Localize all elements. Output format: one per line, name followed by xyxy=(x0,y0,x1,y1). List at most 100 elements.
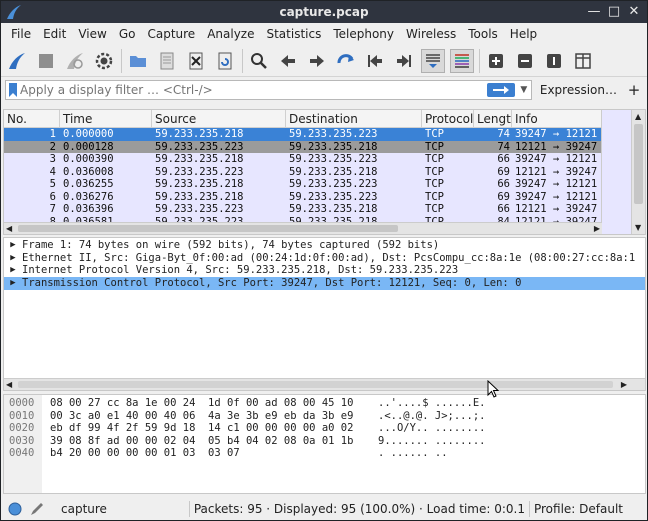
detail-row-tcp[interactable]: ▶ Transmission Control Protocol, Src Port… xyxy=(4,277,645,290)
cell-time: 0.000128 xyxy=(63,140,114,153)
capture-options-button[interactable] xyxy=(92,49,116,73)
title-bar[interactable]: capture.pcap — □ ✕ xyxy=(1,1,647,23)
detail-row-ethernet[interactable]: ▶ Ethernet II, Src: Giga-Byt_0f:00:ad (00… xyxy=(4,252,645,265)
capture-file-name: capture xyxy=(61,502,107,516)
menu-telephony[interactable]: Telephony xyxy=(327,23,400,45)
maximize-icon[interactable]: □ xyxy=(605,3,623,21)
expand-arrow-icon[interactable]: ▶ xyxy=(4,264,22,277)
cell-info: 39247 → 12121 xyxy=(515,128,598,140)
edit-comment-icon[interactable] xyxy=(29,501,45,517)
expand-arrow-icon[interactable]: ▶ xyxy=(4,252,22,265)
filter-history-dropdown[interactable]: ▼ xyxy=(517,85,531,95)
hex-off: 0010 xyxy=(4,409,42,422)
normal-size-button[interactable] xyxy=(542,49,566,73)
packet-list-vscrollbar[interactable]: ▲ ▼ xyxy=(631,110,645,234)
column-header-time[interactable]: Time xyxy=(60,110,152,127)
menu-edit[interactable]: Edit xyxy=(37,23,72,45)
detail-row-ipv4[interactable]: ▶ Internet Protocol Version 4, Src: 59.23… xyxy=(4,264,645,277)
cell-proto: TCP xyxy=(425,153,444,165)
last-packet-button[interactable] xyxy=(392,49,416,73)
auto-scroll-button[interactable] xyxy=(421,48,445,73)
menu-statistics[interactable]: Statistics xyxy=(260,23,327,45)
go-forward-button[interactable] xyxy=(305,49,329,73)
column-header-source[interactable]: Source xyxy=(152,110,286,127)
expand-arrow-icon[interactable]: ▶ xyxy=(4,277,22,290)
zoom-out-button[interactable] xyxy=(513,49,537,73)
hex-row[interactable]: 0010 00 3c a0 e1 40 00 40 06 4a 3e 3b e9 … xyxy=(4,409,645,422)
scroll-thumb[interactable] xyxy=(18,381,613,388)
packet-minimap[interactable] xyxy=(601,110,631,234)
menu-tools[interactable]: Tools xyxy=(462,23,504,45)
minimize-icon[interactable]: — xyxy=(585,3,603,21)
table-row[interactable]: 5 0.036255 59.233.235.218 59.233.235.223 TCP… xyxy=(4,178,645,191)
bookmark-icon[interactable] xyxy=(6,81,20,99)
table-row[interactable]: 4 0.036008 59.233.235.223 59.233.235.218 TCP… xyxy=(4,165,645,178)
table-row[interactable]: 2 0.000128 59.233.235.223 59.233.235.218 TCP… xyxy=(4,140,645,153)
column-header-length[interactable]: Length xyxy=(474,110,512,127)
reload-file-button[interactable] xyxy=(213,49,237,73)
restart-capture-button[interactable] xyxy=(63,49,87,73)
expert-info-icon[interactable] xyxy=(7,501,23,517)
scroll-down-icon[interactable]: ▼ xyxy=(635,223,641,232)
open-file-button[interactable] xyxy=(126,49,150,73)
resize-columns-button[interactable] xyxy=(571,49,595,73)
column-header-no[interactable]: No. xyxy=(4,110,60,127)
display-filter-input[interactable] xyxy=(20,82,487,98)
scroll-thumb[interactable] xyxy=(18,225,398,232)
hex-row[interactable]: 0020 eb df 99 4f 2f 59 9d 18 14 c1 00 00 … xyxy=(4,422,645,435)
cell-len: 74 xyxy=(497,128,510,140)
profile-status[interactable]: Profile: Default xyxy=(534,502,623,516)
menu-capture[interactable]: Capture xyxy=(141,23,201,45)
scroll-right-icon[interactable]: ▶ xyxy=(594,223,600,234)
last-arrow-icon xyxy=(397,54,411,67)
cell-no: 6 xyxy=(49,190,56,203)
wireshark-logo-icon xyxy=(7,5,21,19)
packet-list-hscrollbar[interactable]: ◀ ▶ xyxy=(4,222,602,234)
colorize-button[interactable] xyxy=(450,48,474,73)
hex-row[interactable]: 0040 b4 20 00 00 00 00 01 03 03 07 . .....… xyxy=(4,447,645,460)
go-to-packet-button[interactable] xyxy=(334,49,358,73)
hex-row[interactable]: 0030 39 08 8f ad 00 00 02 04 05 b4 04 02 … xyxy=(4,434,645,447)
scroll-thumb[interactable] xyxy=(634,124,643,204)
cell-src: 59.233.235.218 xyxy=(155,153,244,165)
column-header-protocol[interactable]: Protocol xyxy=(422,110,474,127)
menu-file[interactable]: File xyxy=(5,23,37,45)
detail-row-frame[interactable]: ▶ Frame 1: 74 bytes on wire (592 bits), 7… xyxy=(4,239,645,252)
table-row[interactable]: 7 0.036396 59.233.235.223 59.233.235.218 TCP… xyxy=(4,203,645,216)
menu-view[interactable]: View xyxy=(72,23,112,45)
save-file-button[interactable] xyxy=(155,49,179,73)
close-icon[interactable]: ✕ xyxy=(625,3,643,21)
cell-len: 74 xyxy=(497,140,510,153)
apply-filter-button[interactable] xyxy=(486,83,515,97)
menu-analyze[interactable]: Analyze xyxy=(201,23,260,45)
menu-help[interactable]: Help xyxy=(504,23,543,45)
menu-wireless[interactable]: Wireless xyxy=(400,23,462,45)
scroll-left-icon[interactable]: ◀ xyxy=(6,379,12,390)
first-packet-button[interactable] xyxy=(363,49,387,73)
menu-go[interactable]: Go xyxy=(113,23,142,45)
close-file-button[interactable] xyxy=(184,49,208,73)
add-filter-button[interactable]: + xyxy=(625,81,643,99)
folder-icon xyxy=(130,55,146,67)
cell-dst: 59.233.235.223 xyxy=(289,190,378,203)
cell-no: 4 xyxy=(49,165,56,178)
column-header-info[interactable]: Info xyxy=(512,110,604,127)
start-capture-button[interactable] xyxy=(5,49,29,73)
scroll-right-icon[interactable]: ▶ xyxy=(621,379,627,390)
details-hscrollbar[interactable]: ◀ ▶ xyxy=(4,378,645,390)
expression-button[interactable]: Expression… xyxy=(532,83,625,97)
cell-time: 0.036396 xyxy=(63,203,114,215)
expand-arrow-icon[interactable]: ▶ xyxy=(4,239,22,252)
go-back-button[interactable] xyxy=(276,49,300,73)
stop-capture-button[interactable] xyxy=(34,49,58,73)
zoom-in-button[interactable] xyxy=(484,49,508,73)
table-row[interactable]: 6 0.036276 59.233.235.218 59.233.235.223 TCP… xyxy=(4,190,645,203)
auto-scroll-icon xyxy=(426,53,440,68)
table-row[interactable]: 3 0.000390 59.233.235.218 59.233.235.223 TCP… xyxy=(4,153,645,166)
find-packet-button[interactable] xyxy=(247,49,271,73)
column-header-destination[interactable]: Destination xyxy=(286,110,422,127)
table-row[interactable]: 1 0.000000 59.233.235.218 59.233.235.223 TCP… xyxy=(4,128,645,141)
scroll-up-icon[interactable]: ▲ xyxy=(635,112,641,121)
hex-row[interactable]: 0000 08 00 27 cc 8a 1e 00 24 1d 0f 00 ad … xyxy=(4,397,645,410)
scroll-left-icon[interactable]: ◀ xyxy=(6,223,12,234)
